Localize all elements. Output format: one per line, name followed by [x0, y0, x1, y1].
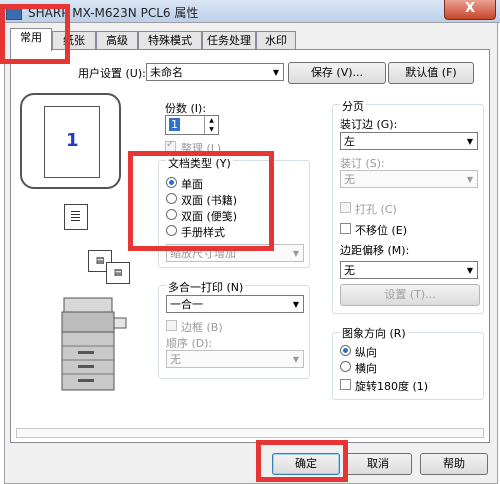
cancel-button[interactable]: 取消 [344, 453, 412, 475]
close-button[interactable]: X [444, 0, 496, 20]
staple-label: 装订 (S): [340, 157, 385, 170]
chevron-down-icon: ▼ [466, 175, 473, 184]
chevron-down-icon: ▼ [292, 249, 299, 258]
n-up-select[interactable]: 一合一 ▼ [166, 295, 304, 313]
chevron-down-icon: ▼ [272, 68, 279, 77]
no-offset-checkbox[interactable] [340, 223, 351, 234]
chevron-down-icon: ▼ [466, 266, 473, 275]
chevron-down-icon: ▼ [292, 300, 299, 309]
spin-down-icon[interactable]: ▼ [204, 125, 218, 134]
document-icon [64, 204, 88, 230]
user-settings-value: 未命名 [150, 66, 183, 79]
landscape-label: 横向 [355, 362, 377, 375]
rotate-180-label: 旋转180度 (1) [355, 380, 429, 393]
title-bar: SHARP MX-M623N PCL6 属性 X [0, 0, 500, 23]
punch-label: 打孔 (C) [355, 203, 397, 216]
tab-watermark[interactable]: 水印 [256, 31, 296, 50]
copies-stack-icon-2: ▤ [106, 262, 130, 284]
n-up-title: 多合一打印 (N) [166, 279, 246, 295]
chevron-down-icon: ▼ [292, 355, 299, 364]
panel-footer-strip [16, 428, 484, 438]
staple-select[interactable]: 无 ▼ [340, 170, 478, 188]
check-icon: ✓ [166, 139, 175, 150]
spin-up-icon[interactable]: ▲ [204, 116, 218, 125]
default-settings-button[interactable]: 默认值 (F) [388, 62, 474, 84]
margin-shift-value: 无 [344, 264, 355, 277]
tab-job-handling[interactable]: 任务处理 [202, 31, 256, 50]
orientation-title: 图象方向 (R) [340, 325, 408, 341]
highlight-box-doc-type [128, 151, 274, 251]
order-select[interactable]: 无 ▼ [166, 350, 304, 368]
order-label: 顺序 (D): [166, 337, 213, 350]
chevron-down-icon: ▼ [466, 137, 473, 146]
portrait-radio[interactable] [340, 345, 351, 356]
landscape-radio[interactable] [340, 361, 351, 372]
copies-value: 1 [169, 118, 180, 131]
order-value: 无 [170, 353, 181, 366]
copies-label: 份数 (I): [165, 102, 207, 115]
binding-edge-label: 装订边 (G): [340, 118, 398, 131]
highlight-box-ok [256, 440, 348, 482]
portrait-label: 纵向 [355, 346, 377, 359]
border-label: 边框 (B) [181, 321, 223, 334]
tab-general[interactable]: 常用 [10, 28, 52, 51]
help-button[interactable]: 帮助 [420, 453, 488, 475]
rotate-180-checkbox[interactable] [340, 379, 351, 390]
copies-spinbox[interactable]: 1 ▲ ▼ [165, 115, 219, 135]
no-offset-label: 不移位 (E) [355, 224, 408, 237]
border-checkbox[interactable] [166, 320, 177, 331]
user-settings-label: 用户设置 (U): [78, 67, 146, 80]
binding-edge-select[interactable]: 左 ▼ [340, 132, 478, 150]
punch-checkbox[interactable] [340, 202, 351, 213]
preview-page-number: 1 [66, 130, 79, 151]
save-settings-button[interactable]: 保存 (V)... [288, 62, 386, 84]
margin-shift-label: 边距偏移 (M): [340, 244, 410, 257]
margin-shift-select[interactable]: 无 ▼ [340, 261, 478, 279]
staple-value: 无 [344, 173, 355, 186]
printer-machine-icon [58, 296, 128, 394]
binding-edge-value: 左 [344, 135, 355, 148]
margin-settings-button[interactable]: 设置 (T)... [340, 284, 480, 306]
tab-advanced[interactable]: 高级 [96, 31, 138, 50]
finishing-title: 分页 [340, 98, 366, 114]
tab-special-modes[interactable]: 特殊模式 [138, 31, 202, 50]
user-settings-select[interactable]: 未命名 ▼ [146, 63, 284, 81]
n-up-value: 一合一 [170, 298, 203, 311]
